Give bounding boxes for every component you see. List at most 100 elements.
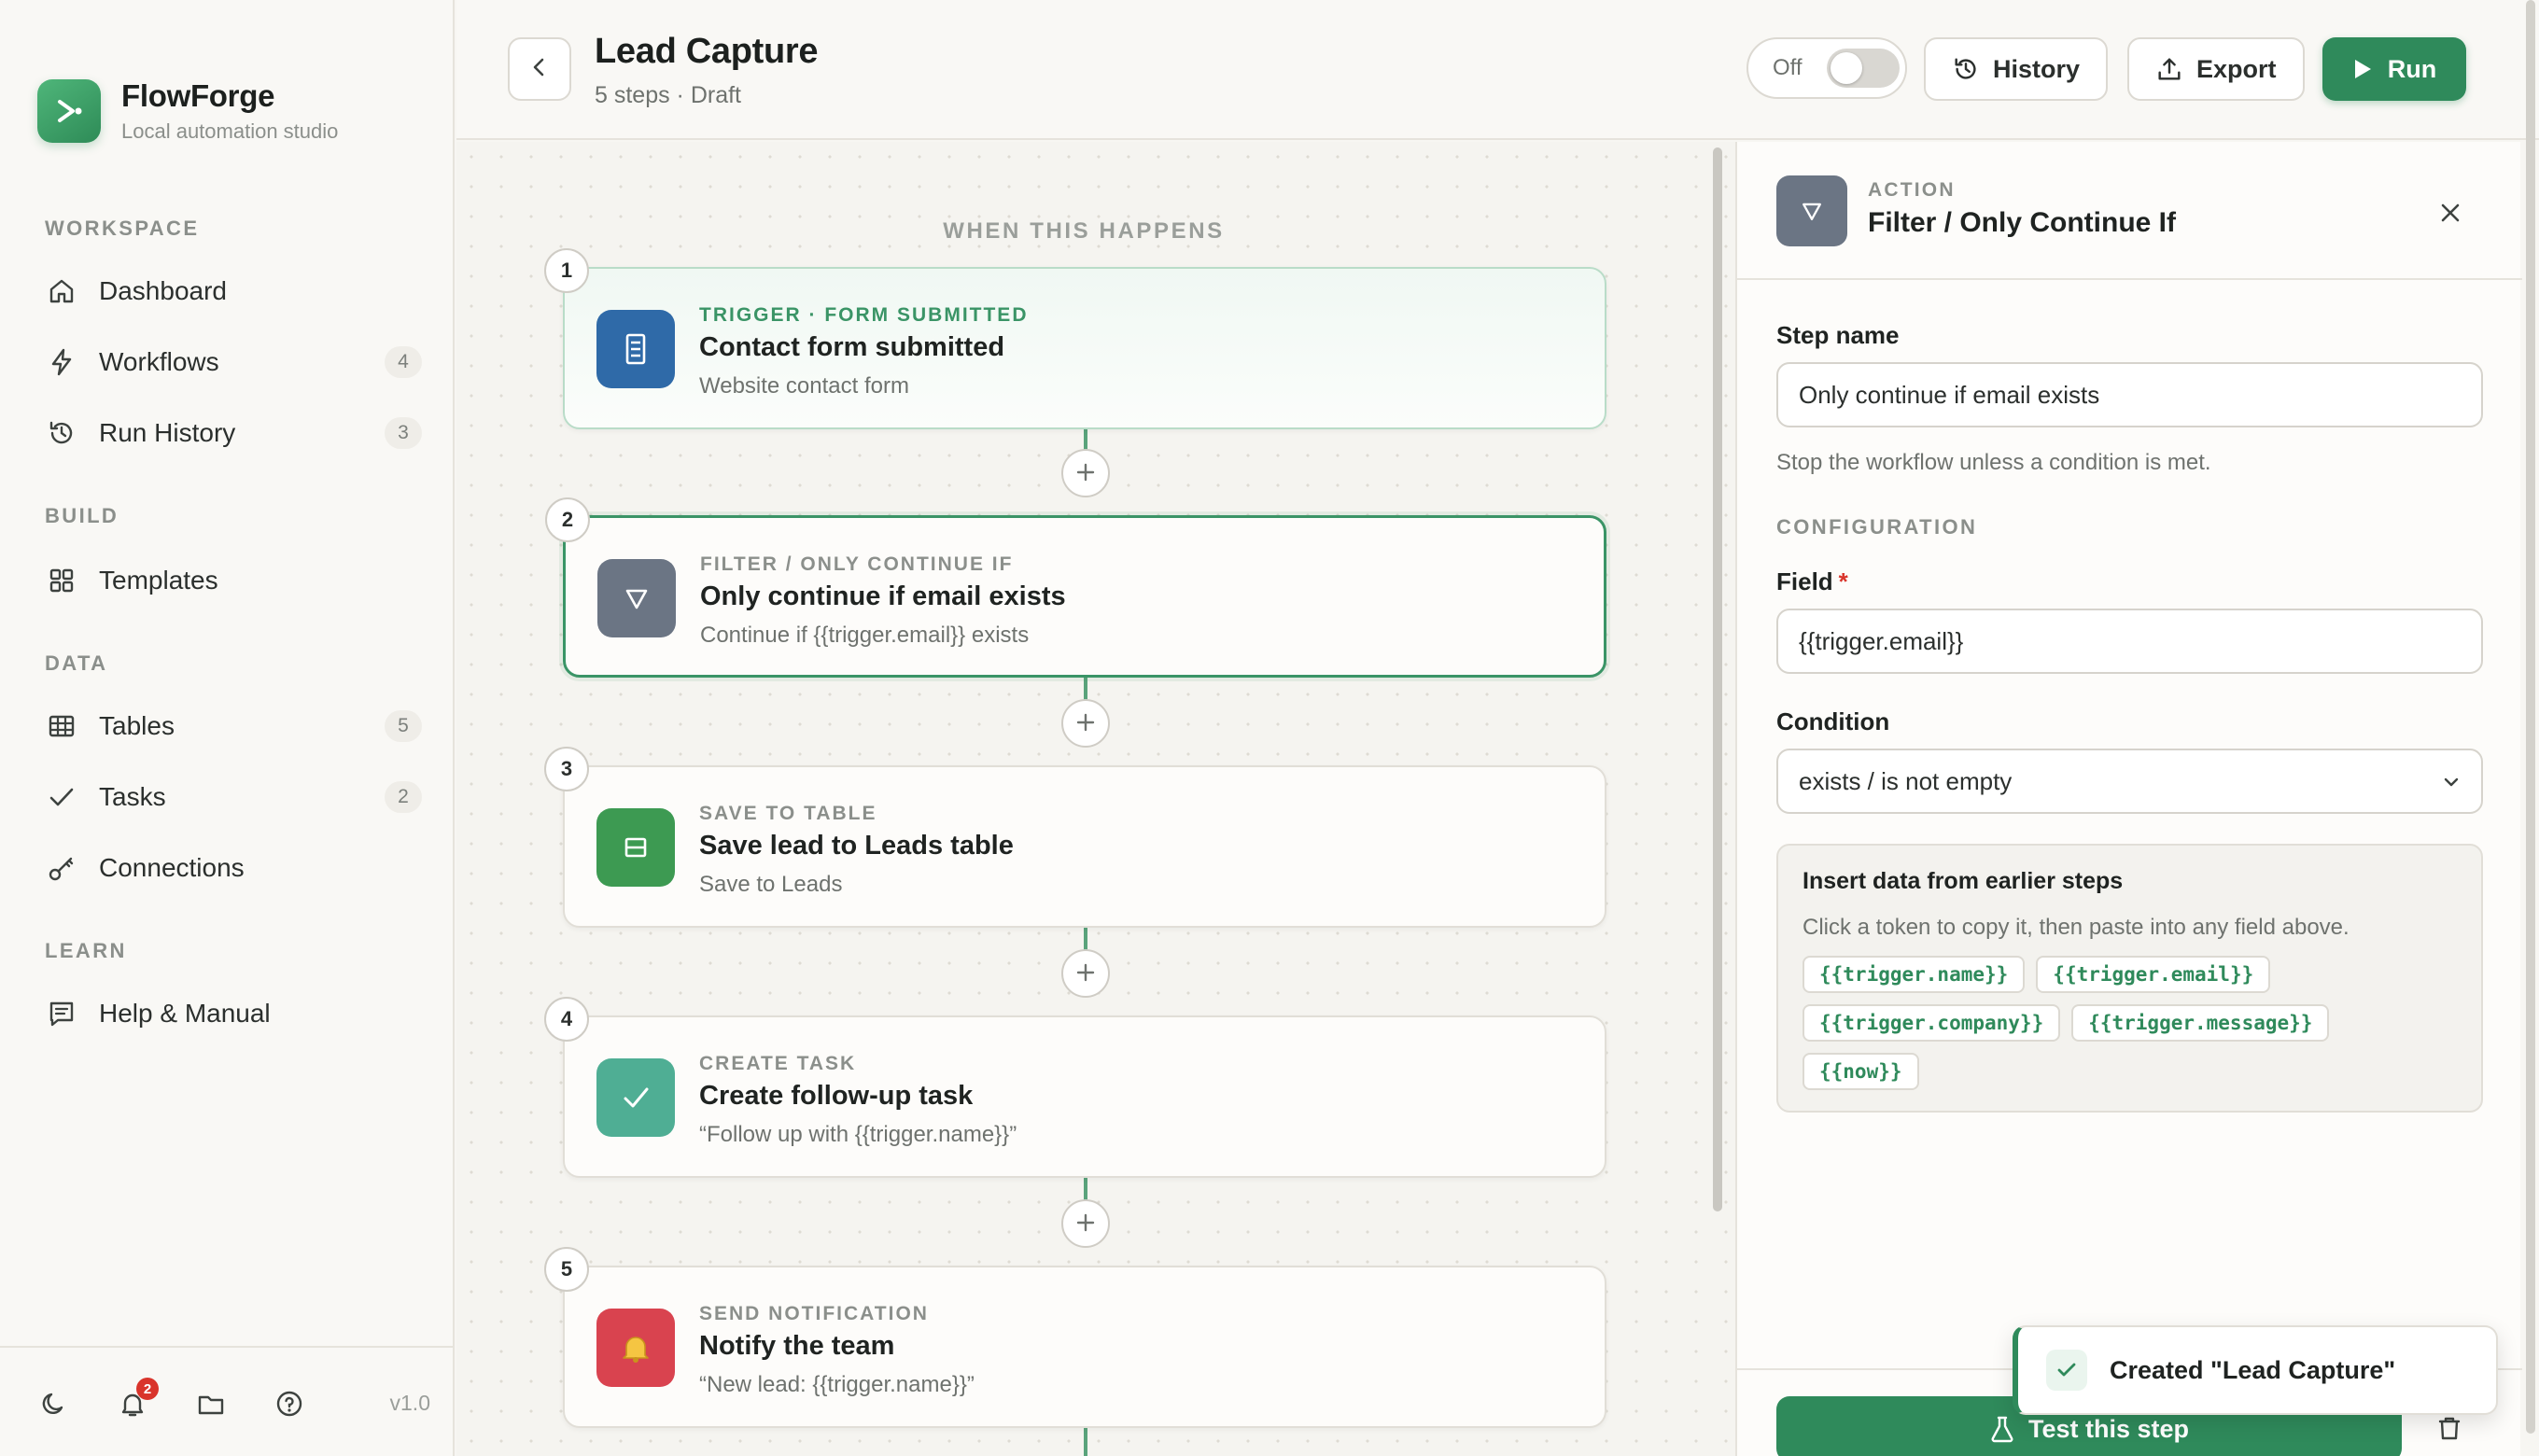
brand-subtitle: Local automation studio: [121, 119, 339, 143]
field-input[interactable]: {{trigger.email}}: [1776, 609, 2483, 674]
canvas-scrollbar[interactable]: [1713, 147, 1722, 1211]
plus-icon: [1074, 456, 1097, 491]
connector-line: [1084, 1428, 1087, 1456]
plus-icon: [1074, 957, 1097, 991]
sidebar-item-label: Tasks: [99, 782, 166, 811]
filter-icon: [1776, 175, 1847, 246]
step-number: 4: [544, 997, 589, 1042]
sidebar-item-dashboard[interactable]: Dashboard: [34, 261, 422, 321]
trigger-section-label: WHEN THIS HAPPENS: [943, 218, 1225, 244]
table-save-icon: [596, 808, 675, 887]
sidebar-item-tasks[interactable]: Tasks 2: [34, 767, 422, 827]
sidebar-item-templates[interactable]: Templates: [34, 551, 422, 610]
tokens-help: Click a token to copy it, then paste int…: [1803, 915, 2350, 940]
toggle-knob: [1831, 52, 1862, 84]
add-step-button[interactable]: [1061, 699, 1110, 748]
chevron-left-icon: [526, 54, 553, 85]
sidebar-item-label: Tables: [99, 711, 175, 740]
condition-value: exists / is not empty: [1799, 766, 2013, 795]
sidebar-item-help-manual[interactable]: Help & Manual: [34, 984, 422, 1043]
step-description: “New lead: {{trigger.name}}”: [699, 1372, 975, 1397]
chevron-down-icon: [2440, 771, 2462, 793]
back-button[interactable]: [508, 37, 571, 101]
folder-icon[interactable]: [192, 1385, 230, 1422]
workflow-canvas[interactable]: WHEN THIS HAPPENS 1 TRIGGER · FORM SUBMI…: [456, 142, 1735, 1456]
check-icon: [596, 1058, 675, 1137]
field-label-text: Field: [1776, 567, 1833, 595]
step-title: Only continue if email exists: [700, 581, 1066, 611]
field-label: Field *: [1776, 567, 1848, 596]
step-name-input[interactable]: Only continue if email exists: [1776, 362, 2483, 427]
toast-notification[interactable]: Created "Lead Capture": [2013, 1325, 2498, 1415]
history-icon: [1952, 55, 1980, 83]
help-icon[interactable]: [271, 1385, 308, 1422]
step-type: TRIGGER · FORM SUBMITTED: [699, 304, 1029, 326]
moon-icon[interactable]: [35, 1385, 73, 1422]
step-description: “Follow up with {{trigger.name}}”: [699, 1122, 1017, 1147]
add-step-button[interactable]: [1061, 449, 1110, 497]
count-badge: 3: [385, 417, 422, 449]
sidebar-item-label: Run History: [99, 418, 236, 447]
step-description: Website contact form: [699, 373, 909, 399]
brand[interactable]: FlowForge Local automation studio: [37, 78, 338, 144]
flowforge-logo-icon: [37, 79, 101, 143]
panel-title: Filter / Only Continue If: [1868, 207, 2176, 238]
brand-name: FlowForge: [121, 78, 275, 113]
toast-message: Created "Lead Capture": [2110, 1355, 2396, 1384]
step-card-trigger[interactable]: 1 TRIGGER · FORM SUBMITTED Contact form …: [544, 248, 1606, 429]
sidebar-item-label: Dashboard: [99, 276, 227, 305]
step-help-text: Stop the workflow unless a condition is …: [1776, 450, 2211, 475]
condition-select[interactable]: exists / is not empty: [1776, 749, 2483, 814]
active-toggle[interactable]: Off: [1746, 37, 1907, 99]
section-data: DATA: [45, 651, 108, 675]
condition-label: Condition: [1776, 707, 1890, 735]
test-step-label: Test this step: [2027, 1414, 2190, 1443]
sidebar-item-run-history[interactable]: Run History 3: [34, 403, 422, 463]
step-type: SEND NOTIFICATION: [699, 1303, 929, 1324]
sidebar-item-label: Help & Manual: [99, 999, 271, 1028]
token-chip[interactable]: {{trigger.company}}: [1803, 1004, 2061, 1042]
required-marker: *: [1838, 567, 1848, 595]
token-chip[interactable]: {{now}}: [1803, 1053, 1919, 1090]
trash-icon[interactable]: [2433, 1411, 2466, 1445]
add-step-button[interactable]: [1061, 1199, 1110, 1248]
step-card-save-table[interactable]: 3 SAVE TO TABLE Save lead to Leads table…: [544, 747, 1606, 928]
run-label: Run: [2387, 54, 2437, 83]
step-description: Save to Leads: [699, 872, 843, 897]
key-icon: [45, 851, 78, 885]
step-card-create-task[interactable]: 4 CREATE TASK Create follow-up task “Fol…: [544, 997, 1606, 1178]
bell-icon[interactable]: 2: [114, 1378, 159, 1422]
plus-icon: [1074, 707, 1097, 741]
step-type: CREATE TASK: [699, 1053, 857, 1074]
play-icon: [2352, 58, 2373, 80]
step-title: Save lead to Leads table: [699, 831, 1014, 861]
panel-scrollbar[interactable]: [2526, 0, 2535, 1434]
step-number: 3: [544, 747, 589, 791]
run-button[interactable]: Run: [2322, 37, 2466, 101]
toggle-label: Off: [1773, 55, 1803, 80]
history-button[interactable]: History: [1924, 37, 2109, 101]
add-step-button[interactable]: [1061, 949, 1110, 998]
flask-icon: [1989, 1415, 2015, 1443]
step-number: 5: [544, 1247, 589, 1292]
close-icon[interactable]: [2434, 196, 2467, 230]
panel-kicker: ACTION: [1868, 179, 1956, 201]
sidebar-item-label: Templates: [99, 566, 218, 595]
step-title: Notify the team: [699, 1331, 895, 1361]
grid-icon: [45, 564, 78, 597]
manual-icon: [45, 997, 78, 1030]
token-chip[interactable]: {{trigger.name}}: [1803, 956, 2026, 993]
step-card-filter[interactable]: 2 FILTER / ONLY CONTINUE IF Only continu…: [545, 497, 1606, 678]
sidebar-item-workflows[interactable]: Workflows 4: [34, 332, 422, 392]
sidebar-footer: 2 v1.0: [0, 1346, 455, 1456]
count-badge: 4: [385, 346, 422, 378]
configuration-section-label: CONFIGURATION: [1776, 515, 1978, 539]
bell-icon: [596, 1309, 675, 1387]
toggle-switch[interactable]: [1827, 49, 1900, 88]
sidebar-item-tables[interactable]: Tables 5: [34, 696, 422, 756]
sidebar-item-connections[interactable]: Connections: [34, 838, 422, 898]
step-card-notification[interactable]: 5 SEND NOTIFICATION Notify the team “New…: [544, 1247, 1606, 1428]
export-button[interactable]: Export: [2127, 37, 2305, 101]
token-chip[interactable]: {{trigger.email}}: [2036, 956, 2271, 993]
token-chip[interactable]: {{trigger.message}}: [2071, 1004, 2330, 1042]
